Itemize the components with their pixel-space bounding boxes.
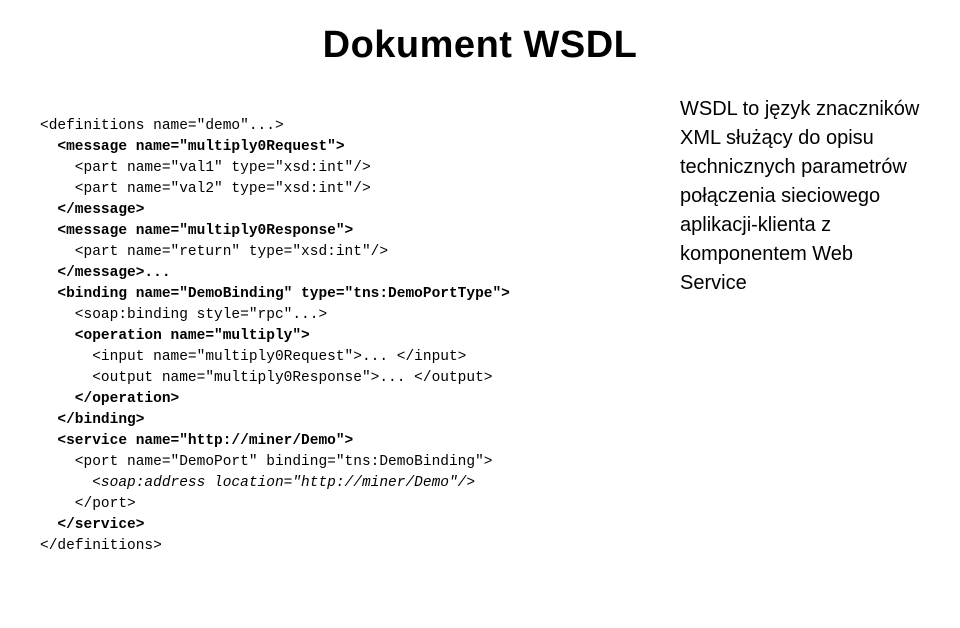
- code-line: </message>: [40, 202, 144, 218]
- code-line: <soap:address location="http://miner/Dem…: [40, 475, 475, 491]
- code-line: </service>: [40, 517, 144, 533]
- code-line: <definitions name="demo"...>: [40, 118, 284, 134]
- wsdl-code-block: <definitions name="demo"...> <message na…: [40, 95, 656, 578]
- page-title: Dokument WSDL: [40, 24, 920, 67]
- code-line: </message>...: [40, 265, 171, 281]
- code-line: <port name="DemoPort" binding="tns:DemoB…: [40, 454, 492, 470]
- code-line: <part name="return" type="xsd:int"/>: [40, 244, 388, 260]
- content-row: <definitions name="demo"...> <message na…: [40, 95, 920, 578]
- description-text: WSDL to język znaczników XML służący do …: [680, 95, 920, 578]
- code-line: <part name="val2" type="xsd:int"/>: [40, 181, 371, 197]
- code-line: <part name="val1" type="xsd:int"/>: [40, 160, 371, 176]
- code-line: <output name="multiply0Response">... </o…: [40, 370, 492, 386]
- code-line: <service name="http://miner/Demo">: [40, 433, 353, 449]
- code-line: </port>: [40, 496, 136, 512]
- code-line: <message name="multiply0Response">: [40, 223, 353, 239]
- code-line: <input name="multiply0Request">... </inp…: [40, 349, 466, 365]
- code-line: </definitions>: [40, 538, 162, 554]
- code-line: <soap:binding style="rpc"...>: [40, 307, 327, 323]
- code-line: </operation>: [40, 391, 179, 407]
- code-line: </binding>: [40, 412, 144, 428]
- code-line: <binding name="DemoBinding" type="tns:De…: [40, 286, 510, 302]
- code-line: <operation name="multiply">: [40, 328, 310, 344]
- code-line: <message name="multiply0Request">: [40, 139, 345, 155]
